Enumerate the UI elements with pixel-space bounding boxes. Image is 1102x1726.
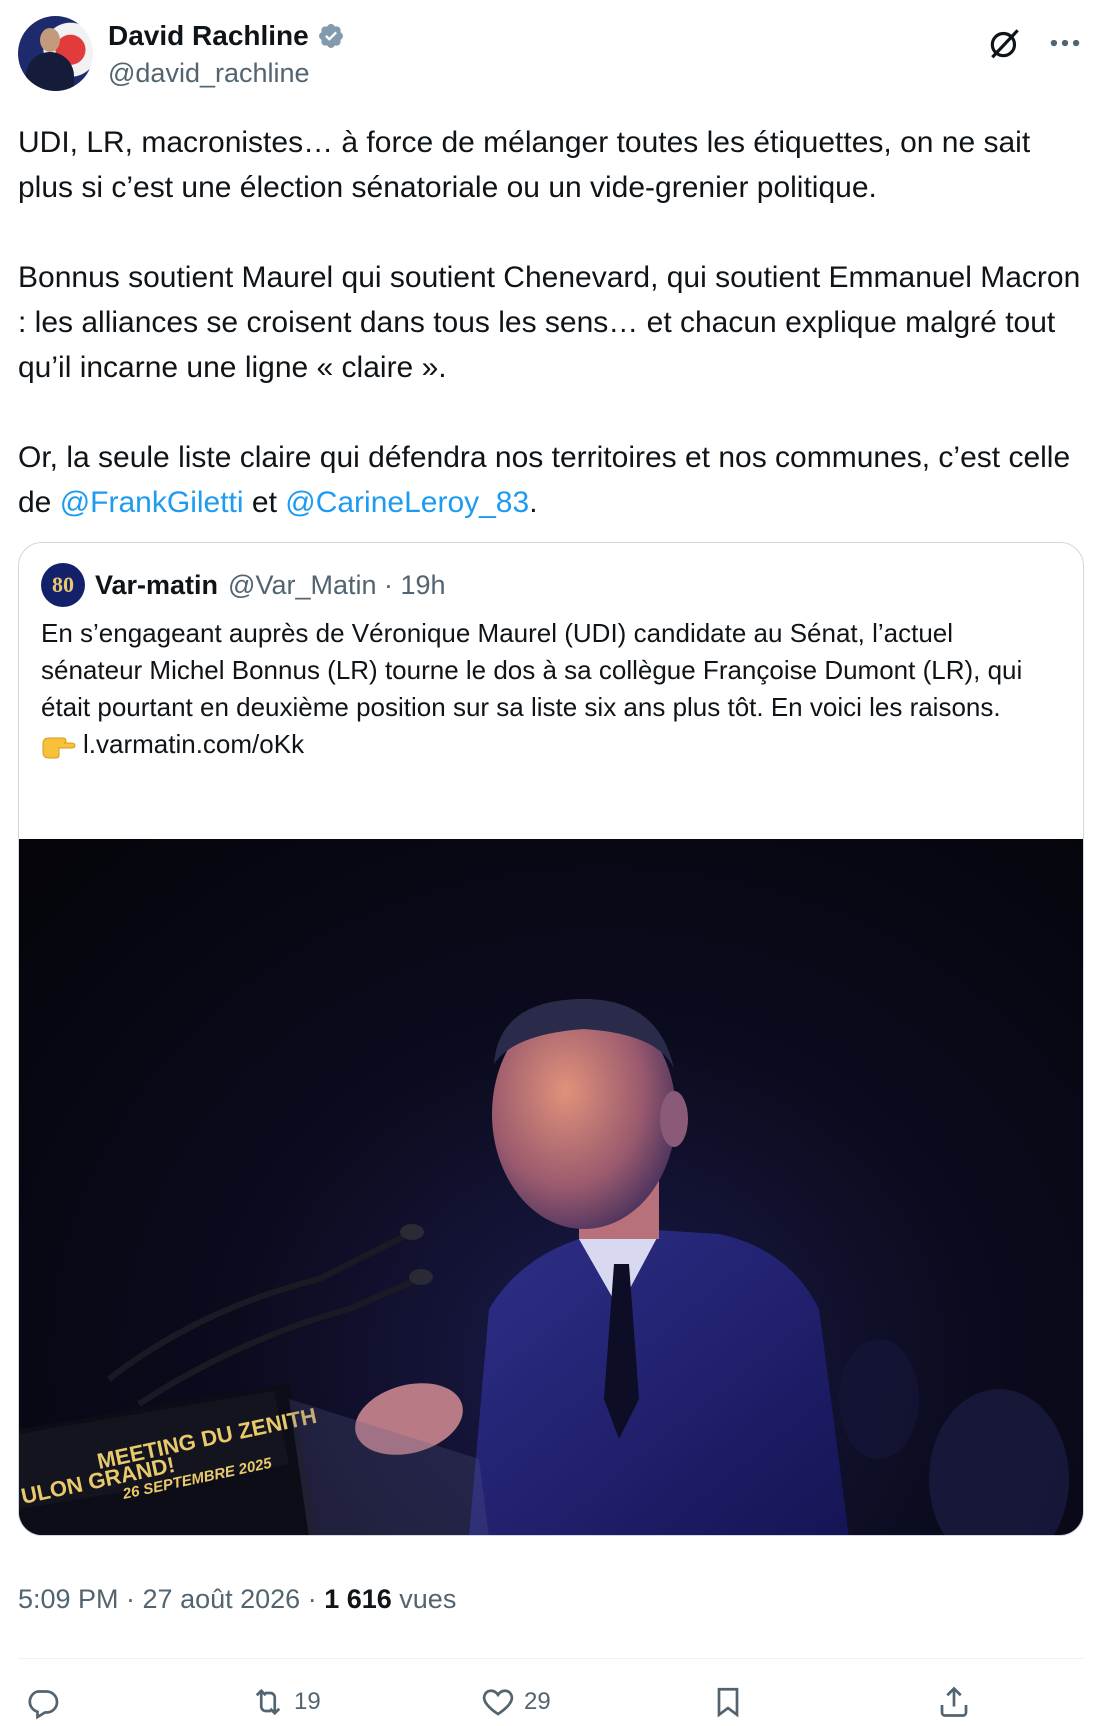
mention-link[interactable]: @FrankGiletti [60,486,244,519]
retweet-icon [255,1688,281,1716]
share-icon [940,1686,968,1717]
bookmark-icon [717,1687,739,1718]
more-options-icon[interactable] [1046,24,1084,62]
reply-icon [28,1690,59,1720]
paragraph-text: . [529,486,538,519]
quoted-link[interactable]: l.varmatin.com/oKk [83,726,304,763]
share-button[interactable] [936,1684,972,1720]
quoted-avatar[interactable]: 80 [41,563,85,607]
like-button[interactable]: 29 [480,1684,551,1720]
timestamp[interactable]: 5:09 PM · 27 août 2026 · [18,1584,324,1614]
quoted-body: En s’engageant auprès de Véronique Maure… [41,618,1023,722]
mention-link[interactable]: @CarineLeroy_83 [285,486,529,519]
bookmark-button[interactable] [710,1684,746,1720]
quoted-tweet[interactable]: 80 Var-matin @Var_Matin · 19h En s’engag… [18,542,1084,1536]
tweet-paragraph: Or, la seule liste claire qui défendra n… [18,435,1084,525]
pointing-hand-icon [42,737,76,758]
reply-button[interactable] [24,1684,60,1720]
display-name[interactable]: David Rachline [108,20,309,52]
tweet-meta: 5:09 PM · 27 août 2026 · 1 616 vues [18,1584,456,1615]
quoted-handle-time: @Var_Matin · 19h [228,569,446,600]
tweet-paragraph: Bonnus soutient Maurel qui soutient Chen… [18,261,1081,384]
paragraph-text: et [243,486,286,519]
verified-badge-icon [318,24,343,48]
quoted-photo[interactable]: MEETING DU ZENITH 26 SEPTEMBRE 2025 ULON… [19,839,1083,1535]
views-label: vues [391,1584,457,1614]
handle[interactable]: @david_rachline [108,58,310,89]
grok-icon[interactable] [986,24,1024,62]
photo-illustration: MEETING DU ZENITH 26 SEPTEMBRE 2025 ULON… [19,999,1069,1535]
tweet: David Rachline @david_rachline UDI, LR, … [18,14,1084,1720]
tweet-paragraph: UDI, LR, macronistes… à force de mélange… [18,126,1031,204]
heart-icon [482,1689,514,1716]
tweet-text: UDI, LR, macronistes… à force de mélange… [18,120,1084,525]
name-row: David Rachline [108,20,345,52]
retweet-button[interactable]: 19 [250,1684,321,1720]
retweet-count: 19 [294,1688,321,1715]
like-count: 29 [524,1688,551,1715]
avatar[interactable] [18,16,93,91]
tweet-header: David Rachline @david_rachline [18,14,1084,94]
views-count: 1 616 [324,1584,392,1614]
divider [18,1658,1084,1659]
quoted-link-row: l.varmatin.com/oKk [41,726,1051,763]
action-bar: 19 29 [18,1684,1084,1726]
quoted-text: En s’engageant auprès de Véronique Maure… [41,615,1051,763]
quoted-header: 80 Var-matin @Var_Matin · 19h [41,563,446,607]
quoted-display-name[interactable]: Var-matin [95,570,218,601]
